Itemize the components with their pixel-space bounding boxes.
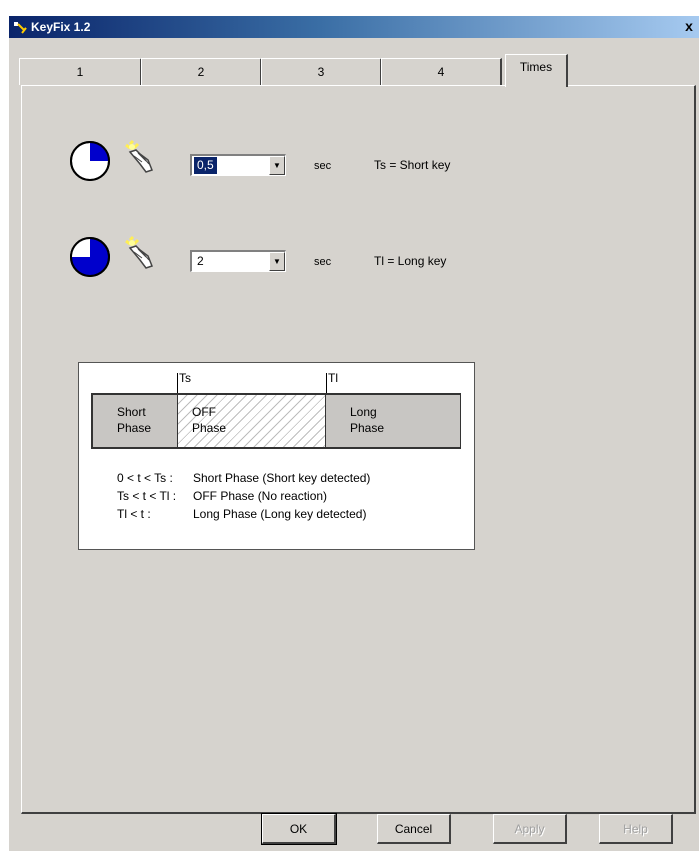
phase-bar: Short Phase OFF Phase Long Phase: [91, 393, 461, 449]
short-key-description: Ts = Short key: [374, 158, 451, 172]
chevron-down-icon[interactable]: ▼: [269, 156, 285, 175]
short-phase-segment: Short Phase: [93, 395, 178, 447]
window-title: KeyFix 1.2: [31, 20, 91, 34]
legend-key: Tl < t :: [117, 507, 151, 521]
ok-button[interactable]: OK: [261, 813, 337, 845]
hand-press-icon: [125, 235, 153, 269]
hand-press-icon: [125, 139, 153, 173]
tab-2[interactable]: 2: [141, 58, 262, 85]
tab-3[interactable]: 3: [261, 58, 382, 85]
title-bar: KeyFix 1.2 x: [9, 16, 699, 38]
long-key-unit: sec: [314, 256, 332, 268]
close-button[interactable]: x: [681, 18, 697, 34]
short-key-time-select[interactable]: 0,5 ▼: [190, 154, 286, 176]
long-key-time-value: 2: [197, 254, 204, 268]
long-key-time-select[interactable]: 2 ▼: [190, 250, 286, 272]
legend-key: Ts < t < Tl :: [117, 489, 177, 503]
legend-row: Ts < t < Tl : OFF Phase (No reaction): [117, 489, 327, 503]
help-button[interactable]: Help: [599, 814, 673, 844]
long-phase-segment: Long Phase: [325, 395, 460, 447]
short-key-time-value: 0,5: [193, 156, 218, 175]
legend-row: Tl < t : Long Phase (Long key detected): [117, 507, 366, 521]
times-panel: 0,5 ▼ sec Ts = Short key 2 ▼ sec Tl = Lo…: [21, 85, 696, 814]
legend-text: OFF Phase (No reaction): [193, 489, 328, 503]
timing-diagram: Ts Tl Short Phase OFF Phase Long Phase 0…: [78, 362, 475, 550]
short-phase-line1: Short: [117, 405, 146, 419]
cancel-button[interactable]: Cancel: [377, 814, 451, 844]
tl-marker-label: Tl: [328, 371, 338, 385]
legend-text: Long Phase (Long key detected): [193, 507, 367, 521]
clock-quarter-icon: [70, 141, 110, 181]
legend-row: 0 < t < Ts : Short Phase (Short key detec…: [117, 471, 370, 485]
tab-times[interactable]: Times: [505, 54, 568, 87]
short-key-row: 0,5 ▼ sec Ts = Short key: [22, 139, 622, 184]
long-phase-line2: Phase: [350, 421, 385, 435]
short-phase-line2: Phase: [117, 421, 152, 435]
chevron-down-icon[interactable]: ▼: [269, 252, 285, 271]
keyfix-app-icon: [14, 22, 27, 34]
tab-4[interactable]: 4: [381, 58, 502, 85]
short-key-unit: sec: [314, 160, 332, 172]
keyfix-dialog: KeyFix 1.2 x 1 2 3 4 Times 0,5 ▼ sec Ts …: [8, 16, 699, 851]
legend-key: 0 < t < Ts :: [117, 471, 173, 485]
off-phase-segment: OFF Phase: [178, 395, 325, 447]
ts-marker-label: Ts: [179, 371, 191, 385]
tl-marker-line: [326, 373, 327, 393]
off-phase-line2: Phase: [192, 421, 227, 435]
tab-strip: 1 2 3 4 Times: [19, 54, 689, 87]
clock-three-quarter-icon: [70, 237, 110, 277]
apply-button[interactable]: Apply: [493, 814, 567, 844]
off-phase-line1: OFF: [192, 405, 216, 419]
long-phase-line1: Long: [350, 405, 377, 419]
tab-1[interactable]: 1: [19, 58, 142, 85]
ts-marker-line: [177, 373, 178, 393]
legend-text: Short Phase (Short key detected): [193, 471, 371, 485]
long-key-description: Tl = Long key: [374, 254, 447, 268]
long-key-row: 2 ▼ sec Tl = Long key: [22, 235, 622, 280]
